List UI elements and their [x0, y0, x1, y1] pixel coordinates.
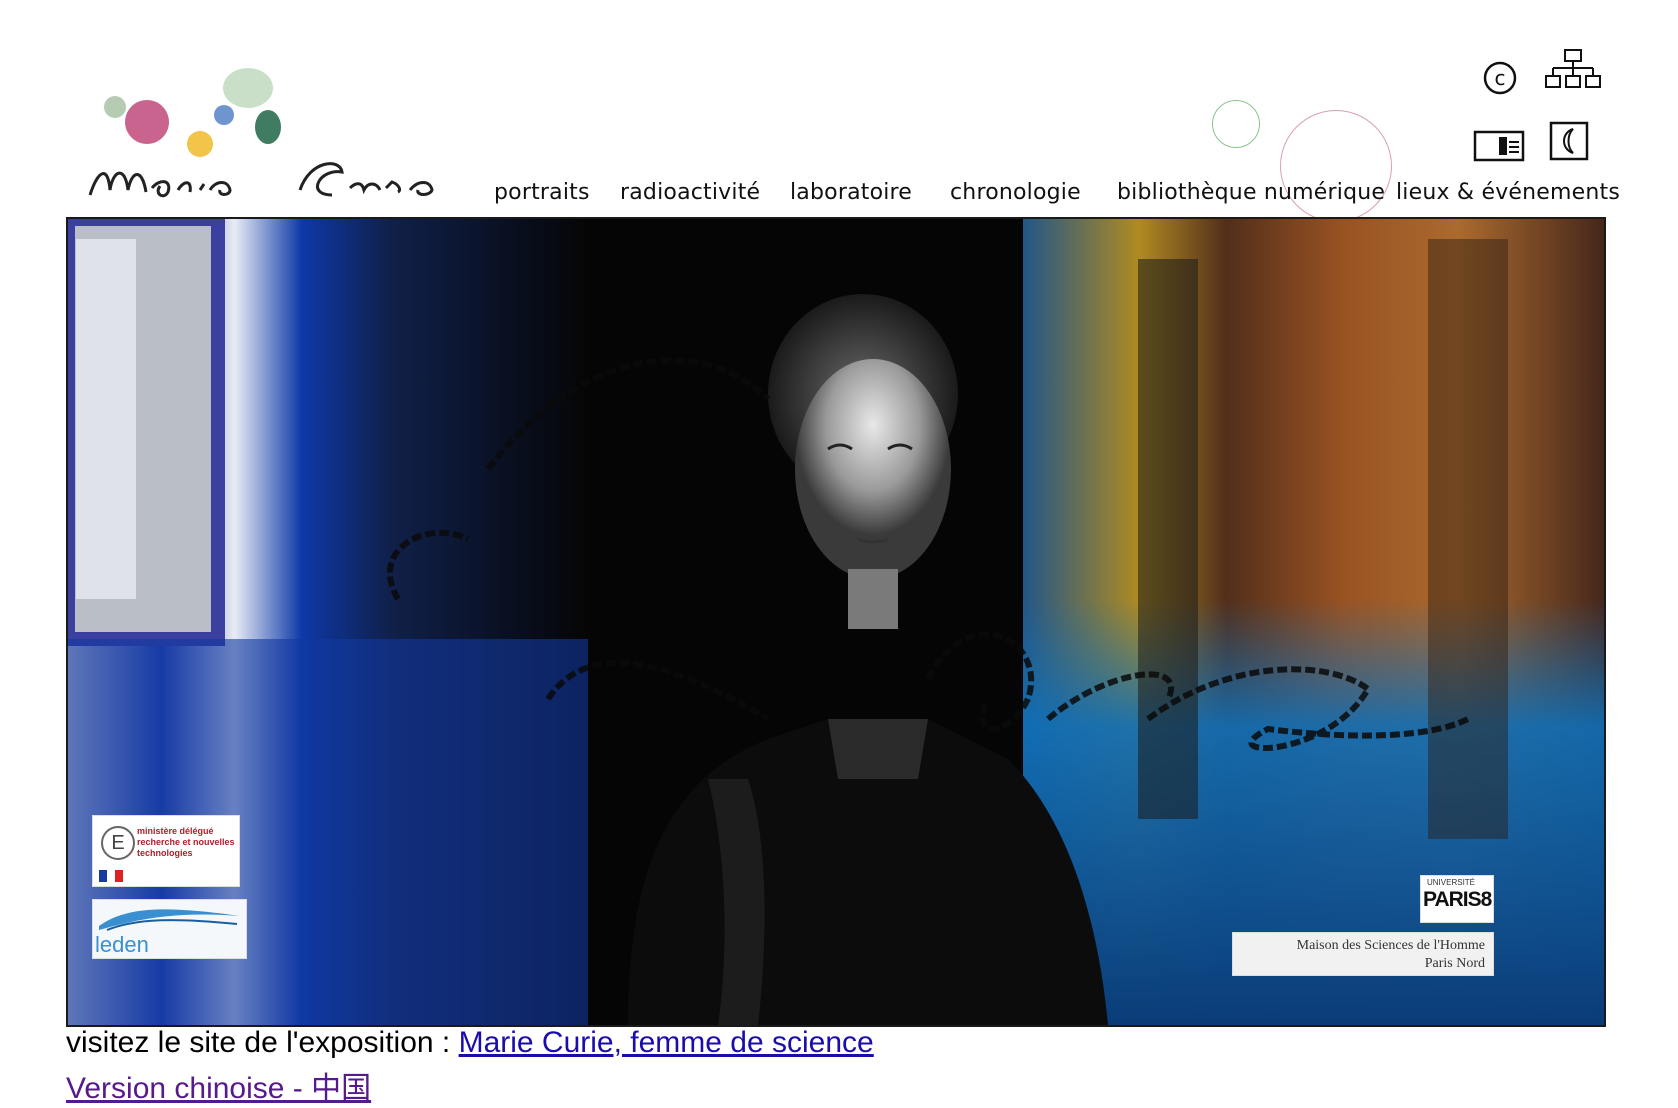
contact-card-icon[interactable]: [1473, 128, 1525, 162]
hero-banner[interactable]: E ministère délégué recherche et nouvell…: [66, 217, 1606, 1027]
main-nav: portraits radioactivité laboratoire chro…: [0, 180, 1678, 210]
french-flag-icon: [99, 870, 123, 882]
ministry-logo[interactable]: E ministère délégué recherche et nouvell…: [92, 815, 240, 887]
chinese-version-link[interactable]: Version chinoise - 中国: [66, 1063, 371, 1107]
ministry-line3: technologies: [137, 848, 193, 858]
msh-line1: Maison des Sciences de l'Homme: [1296, 938, 1485, 953]
paris8-text: PARIS8: [1423, 888, 1492, 911]
leden-logo[interactable]: leden: [92, 899, 247, 959]
leden-wave-icon: [99, 909, 240, 931]
leden-text: leden: [95, 932, 149, 957]
paris8-small: UNIVERSITÉ: [1427, 878, 1476, 887]
visit-text: visitez le site de l'exposition :: [66, 1026, 459, 1059]
nav-item-chronologie[interactable]: chronologie: [950, 180, 1081, 205]
logo-dot-darkgreen: [255, 110, 281, 144]
copyright-icon[interactable]: c: [1482, 60, 1518, 96]
hero-image: [68, 219, 1604, 1025]
nav-item-radioactivite[interactable]: radioactivité: [620, 180, 760, 205]
sitemap-icon[interactable]: [1545, 48, 1601, 90]
nav-item-bibliotheque-numerique[interactable]: bibliothèque numérique: [1117, 180, 1385, 205]
logo-dot-pink: [125, 100, 169, 144]
ministry-line2: recherche et nouvelles: [137, 837, 235, 847]
svg-text:c: c: [1495, 66, 1506, 90]
ministry-e-icon: E: [101, 826, 135, 860]
moon-icon[interactable]: [1549, 121, 1589, 161]
nav-item-portraits[interactable]: portraits: [494, 180, 590, 205]
exhibition-link[interactable]: Marie Curie, femme de science: [459, 1026, 874, 1059]
logo-dot-lightgreen: [223, 68, 273, 108]
msh-line2: Paris Nord: [1424, 956, 1485, 971]
logo-dot-blue: [214, 105, 234, 125]
ministry-line1: ministère délégué: [137, 826, 214, 836]
paris8-logo[interactable]: UNIVERSITÉ PARIS8: [1420, 875, 1494, 923]
msh-logo[interactable]: Maison des Sciences de l'Homme Paris Nor…: [1232, 932, 1494, 976]
nav-item-laboratoire[interactable]: laboratoire: [790, 180, 912, 205]
visit-line: visitez le site de l'exposition : Marie …: [66, 1026, 874, 1060]
logo-dot-sage: [104, 96, 126, 118]
nav-item-lieux-evenements[interactable]: lieux & événements: [1396, 180, 1620, 205]
deco-circle-green: [1212, 100, 1260, 148]
